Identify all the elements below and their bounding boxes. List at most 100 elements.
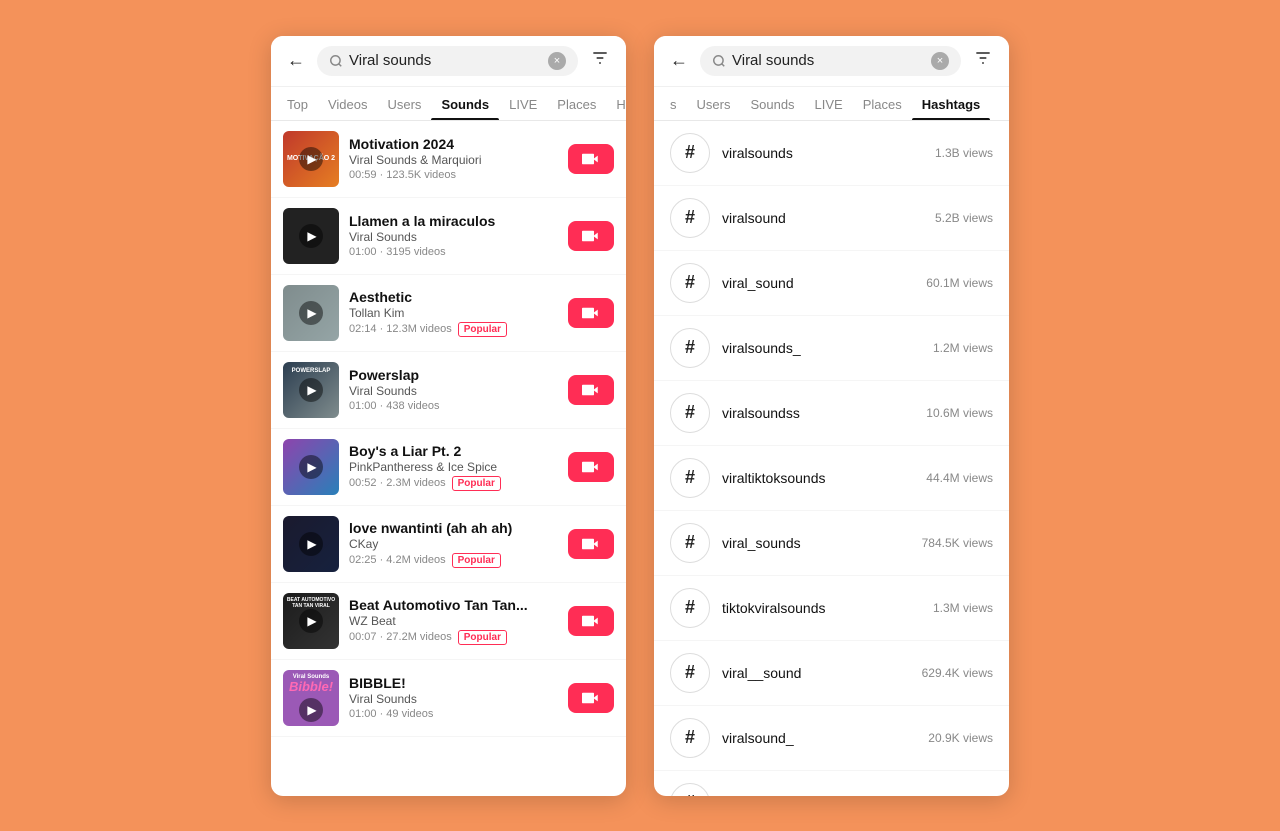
sound-meta-6: 02:25 · 4.2M videos Popular [349, 553, 558, 568]
sound-info-7: Beat Automotivo Tan Tan... WZ Beat 00:07… [349, 597, 558, 645]
hashtag-views-7: 784.5K views [922, 536, 993, 550]
sound-artist-2: Viral Sounds [349, 230, 558, 244]
sound-artist-1: Viral Sounds & Marquiori [349, 153, 558, 167]
tab-sounds-right[interactable]: Sounds [740, 87, 804, 120]
sound-title-7: Beat Automotivo Tan Tan... [349, 597, 558, 613]
filter-button-right[interactable] [969, 46, 997, 76]
sound-meta-2: 01:00 · 3195 videos [349, 246, 558, 258]
hash-icon-3: # [670, 263, 710, 303]
sound-info-5: Boy's a Liar Pt. 2 PinkPantheress & Ice … [349, 443, 558, 491]
video-button-6[interactable] [568, 529, 614, 559]
hashtag-views-10: 20.9K views [928, 731, 993, 745]
sound-meta-8: 01:00 · 49 videos [349, 708, 558, 720]
sound-item-3: ▶ Aesthetic Tollan Kim 02:14 · 12.3M vid… [271, 275, 626, 352]
hashtag-views-3: 60.1M views [926, 276, 993, 290]
hashtag-item-10[interactable]: # viralsound_ 20.9K views [654, 706, 1009, 771]
hashtag-item-3[interactable]: # viral_sound 60.1M views [654, 251, 1009, 316]
clear-button-right[interactable]: × [931, 52, 949, 70]
sound-title-6: love nwantinti (ah ah ah) [349, 520, 558, 536]
video-button-2[interactable] [568, 221, 614, 251]
sound-title-3: Aesthetic [349, 289, 558, 305]
tab-sounds-left[interactable]: Sounds [431, 87, 499, 120]
hashtag-name-6: viraltiktoksounds [722, 470, 914, 486]
sound-duration-4: 01:00 · 438 videos [349, 400, 440, 412]
sound-thumb-1: MOTIVAÇÃO 2 ▶ [283, 131, 339, 187]
hashtag-item-4[interactable]: # viralsounds_ 1.2M views [654, 316, 1009, 381]
right-panel: ← Viral sounds × s Users Sounds LIVE Pla… [654, 36, 1009, 796]
sound-item-7: BEAT AUTOMOTIVO TAN TAN VIRAL ▶ Beat Aut… [271, 583, 626, 660]
sound-title-4: Powerslap [349, 367, 558, 383]
hashtag-item-5[interactable]: # viralsoundss 10.6M views [654, 381, 1009, 446]
video-button-4[interactable] [568, 375, 614, 405]
hashtag-name-9: viral__sound [722, 665, 910, 681]
filter-button-left[interactable] [586, 46, 614, 76]
sound-title-8: BIBBLE! [349, 675, 558, 691]
sound-thumb-3: ▶ [283, 285, 339, 341]
sound-item-4: POWERSLAP ▶ Powerslap Viral Sounds 01:00… [271, 352, 626, 429]
hashtag-item-2[interactable]: # viralsound 5.2B views [654, 186, 1009, 251]
hashtag-name-1: viralsounds [722, 145, 923, 161]
hashtag-name-2: viralsound [722, 210, 923, 226]
back-button-left[interactable]: ← [283, 48, 309, 73]
video-button-3[interactable] [568, 298, 614, 328]
hashtag-name-10: viralsound_ [722, 730, 916, 746]
video-button-5[interactable] [568, 452, 614, 482]
hash-icon-6: # [670, 458, 710, 498]
hashtag-item-1[interactable]: # viralsounds 1.3B views [654, 121, 1009, 186]
video-button-7[interactable] [568, 606, 614, 636]
search-icon-left [329, 54, 343, 68]
hash-icon-10: # [670, 718, 710, 758]
hash-icon-4: # [670, 328, 710, 368]
tab-top-left[interactable]: Top [277, 87, 318, 120]
hashtag-name-7: viral_sounds [722, 535, 910, 551]
sound-duration-7: 00:07 · 27.2M videos [349, 631, 452, 643]
hashtag-item-11[interactable]: # viralesounds 1.4M views [654, 771, 1009, 796]
hashtag-item-9[interactable]: # viral__sound 629.4K views [654, 641, 1009, 706]
tab-hashtags-left[interactable]: Has [606, 87, 626, 120]
sound-artist-6: CKay [349, 537, 558, 551]
tab-hashtags-right[interactable]: Hashtags [912, 87, 991, 120]
sound-item-2: ▶ Llamen a la miraculos Viral Sounds 01:… [271, 198, 626, 275]
sound-thumb-2: ▶ [283, 208, 339, 264]
search-text-left[interactable]: Viral sounds [349, 52, 542, 69]
sound-info-6: love nwantinti (ah ah ah) CKay 02:25 · 4… [349, 520, 558, 568]
back-button-right[interactable]: ← [666, 48, 692, 73]
hashtag-item-7[interactable]: # viral_sounds 784.5K views [654, 511, 1009, 576]
sound-duration-2: 01:00 · 3195 videos [349, 246, 446, 258]
sound-meta-4: 01:00 · 438 videos [349, 400, 558, 412]
tab-users-left[interactable]: Users [377, 87, 431, 120]
sound-thumb-4: POWERSLAP ▶ [283, 362, 339, 418]
sound-title-2: Llamen a la miraculos [349, 213, 558, 229]
clear-button-left[interactable]: × [548, 52, 566, 70]
search-input-wrap-left: Viral sounds × [317, 46, 578, 76]
tab-places-right[interactable]: Places [853, 87, 912, 120]
hashtag-views-8: 1.3M views [933, 601, 993, 615]
sound-meta-3: 02:14 · 12.3M videos Popular [349, 322, 558, 337]
tab-videos-left[interactable]: Videos [318, 87, 378, 120]
sound-artist-3: Tollan Kim [349, 306, 558, 320]
video-button-8[interactable] [568, 683, 614, 713]
hashtag-views-6: 44.4M views [926, 471, 993, 485]
tab-users-right[interactable]: Users [687, 87, 741, 120]
hashtag-name-3: viral_sound [722, 275, 914, 291]
hashtag-name-4: viralsounds_ [722, 340, 921, 356]
tab-live-right[interactable]: LIVE [805, 87, 853, 120]
search-input-wrap-right: Viral sounds × [700, 46, 961, 76]
video-button-1[interactable] [568, 144, 614, 174]
sound-meta-1: 00:59 · 123.5K videos [349, 169, 558, 181]
sound-item-6: ▶ love nwantinti (ah ah ah) CKay 02:25 ·… [271, 506, 626, 583]
sound-info-1: Motivation 2024 Viral Sounds & Marquiori… [349, 136, 558, 181]
popular-badge-7: Popular [458, 630, 507, 645]
hashtag-views-9: 629.4K views [922, 666, 993, 680]
search-icon-right [712, 54, 726, 68]
hashtag-item-6[interactable]: # viraltiktoksounds 44.4M views [654, 446, 1009, 511]
tabs-right: s Users Sounds LIVE Places Hashtags [654, 87, 1009, 121]
search-bar-left: ← Viral sounds × [271, 36, 626, 87]
search-text-right[interactable]: Viral sounds [732, 52, 925, 69]
tab-live-left[interactable]: LIVE [499, 87, 547, 120]
tab-top-right[interactable]: s [660, 87, 687, 120]
sound-item-1: MOTIVAÇÃO 2 ▶ Motivation 2024 Viral Soun… [271, 121, 626, 198]
hashtag-item-8[interactable]: # tiktokviralsounds 1.3M views [654, 576, 1009, 641]
tab-places-left[interactable]: Places [547, 87, 606, 120]
left-panel: ← Viral sounds × Top Videos Users Sounds… [271, 36, 626, 796]
